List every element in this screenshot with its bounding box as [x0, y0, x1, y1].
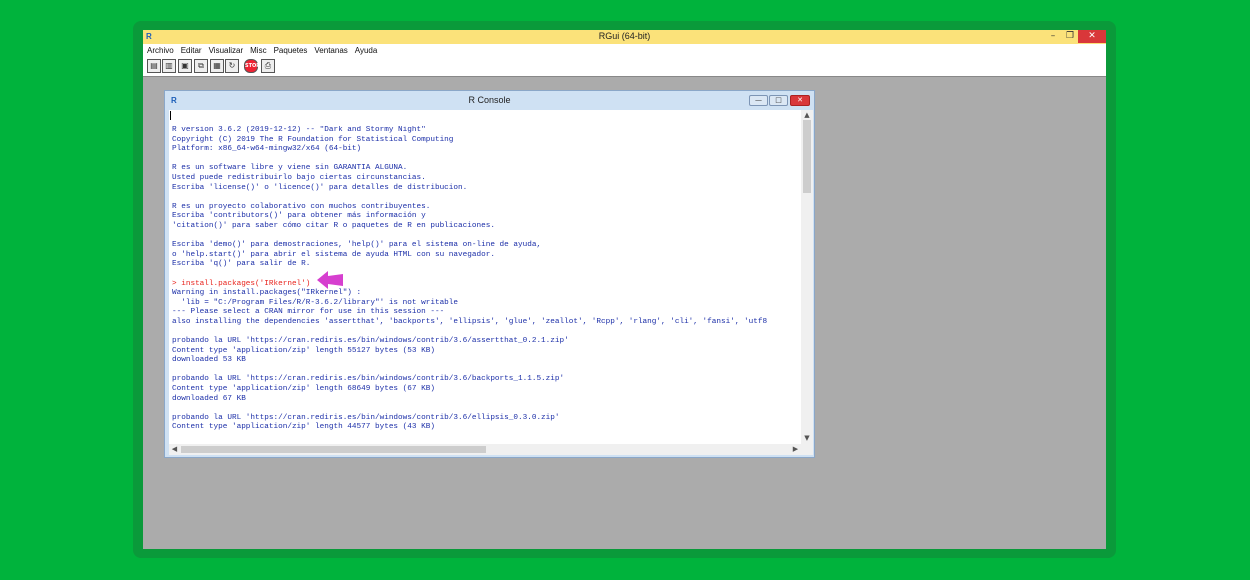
console-close-button[interactable]: ✕ — [790, 95, 810, 106]
menu-ventanas[interactable]: Ventanas — [310, 44, 350, 55]
console-line: R es un proyecto colaborativo con muchos… — [172, 202, 431, 211]
scroll-down-icon[interactable]: ▼ — [801, 433, 813, 443]
restore-button[interactable]: ❐ — [1063, 30, 1077, 43]
r-console-window: R R Console — □ ✕ R version 3.6.2 (2019-… — [164, 90, 815, 458]
console-line: probando la URL 'https://cran.rediris.es… — [172, 375, 565, 384]
console-line: Platform: x86_64-w64-mingw32/x64 (64-bit… — [172, 145, 362, 154]
console-title: R Console — [468, 95, 511, 105]
minimize-button[interactable]: – — [1046, 30, 1060, 43]
scroll-up-icon[interactable]: ▲ — [801, 110, 813, 120]
menu-ayuda[interactable]: Ayuda — [351, 44, 381, 55]
scroll-left-icon[interactable]: ◀ — [169, 444, 180, 455]
menu-misc[interactable]: Misc — [246, 44, 269, 55]
print-icon[interactable]: ⎙ — [261, 59, 275, 73]
toolbar: ▤ ▥ ▣ ⧉ ▦ ↻ STOP ⎙ — [143, 57, 1106, 77]
open-script-icon[interactable]: ▤ — [147, 59, 161, 73]
console-line: downloaded 67 KB — [172, 394, 246, 403]
copy-icon[interactable]: ⧉ — [194, 59, 208, 73]
menu-visualizar[interactable]: Visualizar — [205, 44, 247, 55]
command-line: > install.packages('IRkernel') — [172, 279, 311, 288]
console-line: Escriba 'demo()' para demostraciones, 'h… — [172, 241, 542, 250]
menu-paquetes[interactable]: Paquetes — [270, 44, 311, 55]
paste-icon[interactable]: ▦ — [210, 59, 224, 73]
console-line: R version 3.6.2 (2019-12-12) -- "Dark an… — [172, 126, 426, 134]
console-line: o 'help.start()' para abrir el sistema d… — [172, 250, 495, 259]
console-line: Content type 'application/zip' length 68… — [172, 385, 435, 394]
console-line: Escriba 'q()' para salir de R. — [172, 260, 311, 269]
menu-editar[interactable]: Editar — [177, 44, 205, 55]
console-line: downloaded 53 KB — [172, 356, 246, 365]
load-workspace-icon[interactable]: ▥ — [162, 59, 176, 73]
menu-bar: Archivo Editar Visualizar Misc Paquetes Venta… — [143, 44, 1106, 57]
console-maximize-button[interactable]: □ — [769, 95, 788, 106]
horizontal-scrollbar[interactable]: ◀ ▶ — [169, 444, 801, 455]
console-line: Escriba 'contributors()' para obtener má… — [172, 212, 426, 221]
close-button[interactable]: ✕ — [1078, 30, 1106, 43]
console-line: --- Please select a CRAN mirror for use … — [172, 308, 445, 317]
window-title: RGui (64-bit) — [598, 31, 651, 41]
console-line: probando la URL 'https://cran.rediris.es… — [172, 413, 560, 422]
rgui-window: R RGui (64-bit) – ❐ ✕ Archivo Editar Visua… — [143, 30, 1106, 549]
console-output[interactable]: R version 3.6.2 (2019-12-12) -- "Dark an… — [169, 110, 813, 455]
stop-icon[interactable]: STOP — [244, 59, 260, 73]
refresh-icon[interactable]: ↻ — [225, 59, 239, 73]
pointer-arrow-icon — [317, 271, 343, 289]
console-line: Content type 'application/zip' length 55… — [172, 346, 435, 355]
console-lines: R version 3.6.2 (2019-12-12) -- "Dark an… — [172, 126, 797, 442]
console-line: Usted puede redistribuirlo bajo ciertas … — [172, 173, 426, 182]
text-cursor — [170, 111, 171, 120]
console-line: Escriba 'license()' o 'licence()' para d… — [172, 183, 468, 192]
console-line: also installing the dependencies 'assert… — [172, 317, 768, 326]
console-line: R es un software libre y viene sin GARAN… — [172, 164, 408, 173]
menu-archivo[interactable]: Archivo — [143, 44, 177, 55]
console-line: 'citation()' para saber cómo citar R o p… — [172, 221, 495, 230]
title-bar: R RGui (64-bit) – ❐ ✕ — [143, 30, 1106, 44]
console-line: Warning in install.packages("IRkernel") … — [172, 289, 362, 298]
console-title-bar: R R Console — □ ✕ — [165, 91, 814, 109]
save-icon[interactable]: ▣ — [178, 59, 192, 73]
scroll-corner — [801, 444, 813, 455]
scroll-right-icon[interactable]: ▶ — [790, 444, 801, 455]
console-line: Copyright (C) 2019 The R Foundation for … — [172, 135, 454, 144]
console-line: Content type 'application/zip' length 44… — [172, 423, 435, 432]
console-minimize-button[interactable]: — — [749, 95, 768, 106]
horizontal-scroll-thumb[interactable] — [181, 446, 486, 453]
vertical-scrollbar[interactable]: ▲ ▼ — [801, 110, 813, 444]
console-line: probando la URL 'https://cran.rediris.es… — [172, 337, 569, 346]
console-line: 'lib = "C:/Program Files/R/R-3.6.2/libra… — [172, 298, 459, 307]
vertical-scroll-thumb[interactable] — [803, 120, 811, 193]
